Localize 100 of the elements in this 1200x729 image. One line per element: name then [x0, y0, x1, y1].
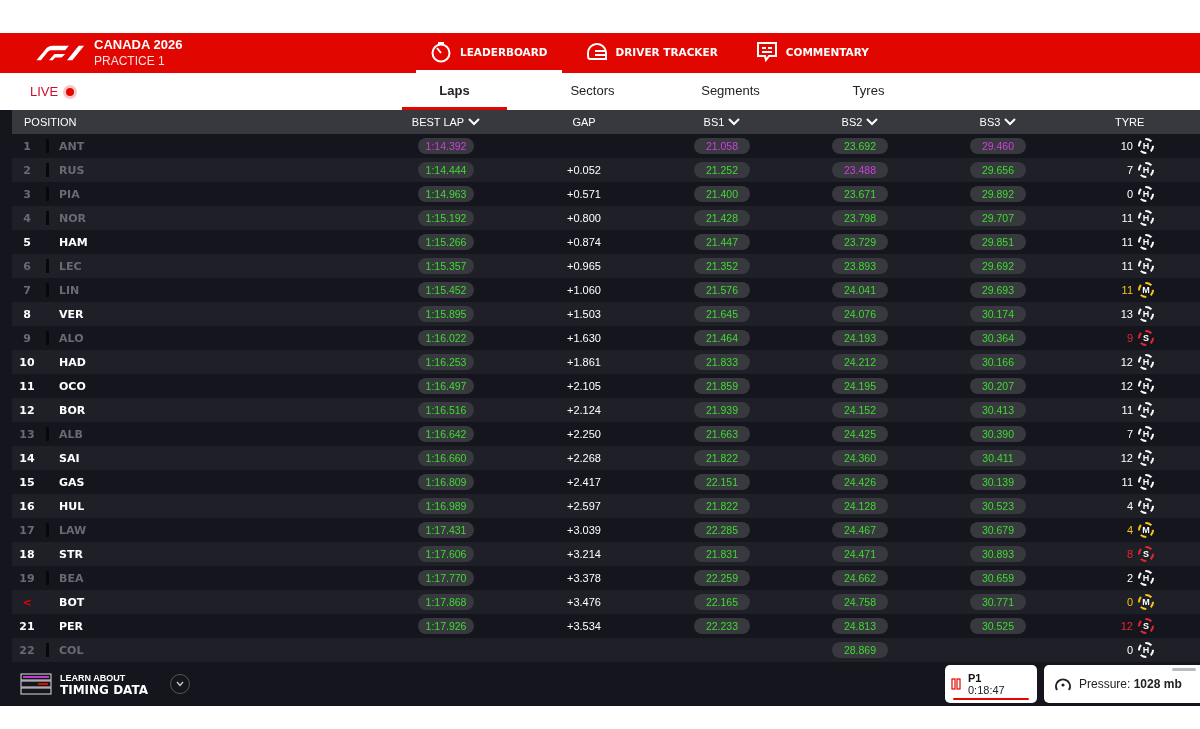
view-tab[interactable]: Tyres	[816, 73, 921, 110]
sector-time: 30.139	[970, 474, 1026, 490]
live-label: LIVE	[30, 84, 59, 99]
gap-time: +2.268	[567, 452, 601, 464]
sector-time: 21.428	[694, 210, 750, 226]
gap-time: +2.250	[567, 428, 601, 440]
table-row[interactable]: 18 STR 1:17.606 +3.214 21.831 24.471 30.893 8 S	[12, 542, 1200, 566]
sector-time: 22.151	[694, 474, 750, 490]
tyre-laps: 9	[1125, 332, 1133, 344]
lap-time: 1:14.444	[417, 162, 475, 178]
position-number: 10	[18, 355, 36, 369]
chat-icon	[755, 40, 778, 63]
tyre-compound: H	[1138, 570, 1154, 586]
drag-handle[interactable]	[1172, 668, 1196, 671]
tyre-laps: 0	[1125, 644, 1133, 656]
driver-code: COL	[59, 643, 84, 657]
tyre-compound: H	[1138, 258, 1154, 274]
column-sort-button[interactable]: BS3	[979, 116, 1017, 128]
sector-time: 29.851	[970, 234, 1026, 250]
gap-time: +0.052	[567, 164, 601, 176]
lap-time: 1:14.392	[417, 138, 475, 154]
sector-time: 30.893	[970, 546, 1026, 562]
table-row[interactable]: 16 HUL 1:16.989 +2.597 21.822 24.128 30.523 4 H	[12, 494, 1200, 518]
tyre-laps: 0	[1125, 596, 1133, 608]
tyre-laps: 12	[1119, 356, 1133, 368]
tyre-laps: 11	[1120, 404, 1133, 416]
tyre-laps: 8	[1125, 548, 1133, 560]
table-row[interactable]: 4 NOR 1:15.192 +0.800 21.428 23.798 29.707 11 H	[12, 206, 1200, 230]
sector-time: 22.259	[694, 570, 750, 586]
sector-time: 30.771	[970, 594, 1026, 610]
sector-time: 30.364	[970, 330, 1026, 346]
column-sort-button[interactable]: BS2	[841, 116, 879, 128]
sector-time: 24.195	[832, 378, 888, 394]
table-row[interactable]: 2 RUS 1:14.444 +0.052 21.252 23.488 29.656 7 H	[12, 158, 1200, 182]
sector-time: 24.471	[832, 546, 888, 562]
sector-time: 24.076	[832, 306, 888, 322]
view-tab[interactable]: Sectors	[540, 73, 645, 110]
session-card[interactable]: P1 0:18:47	[945, 665, 1037, 703]
sector-time: 21.400	[694, 186, 750, 202]
position-number: <	[21, 595, 33, 609]
lap-time: 1:17.770	[417, 570, 475, 586]
table-row[interactable]: 10 HAD 1:16.253 +1.861 21.833 24.212 30.166 12 H	[12, 350, 1200, 374]
tyre-laps: 4	[1125, 524, 1133, 536]
sector-time: 24.758	[832, 594, 888, 610]
tyre-laps: 11	[1120, 476, 1133, 488]
stopwatch-icon	[430, 40, 452, 63]
position-number: 9	[22, 331, 32, 345]
sector-time: 23.729	[832, 234, 888, 250]
session-name: PRACTICE 1	[94, 53, 166, 69]
column-sort-button[interactable]: BEST LAP	[411, 116, 481, 128]
gap-time: +3.214	[567, 548, 601, 560]
position-number: 16	[18, 499, 36, 513]
table-row[interactable]: 22 COL 28.869 0 H	[12, 638, 1200, 662]
timing-board-icon	[20, 673, 52, 695]
column-sort-button[interactable]: BS1	[703, 116, 741, 128]
sector-time: 29.460	[970, 138, 1026, 154]
sector-time: 29.656	[970, 162, 1026, 178]
tyre-compound: H	[1138, 378, 1154, 394]
table-row[interactable]: 12 BOR 1:16.516 +2.124 21.939 24.152 30.413 11 H	[12, 398, 1200, 422]
driver-code: VER	[59, 307, 84, 321]
learn-kicker: LEARN ABOUT	[60, 672, 127, 684]
tyre-compound: S	[1138, 330, 1154, 346]
driver-code: HAM	[59, 235, 88, 249]
sector-time: 24.813	[832, 618, 888, 634]
sector-time: 22.285	[694, 522, 750, 538]
lap-time: 1:16.022	[417, 330, 475, 346]
helmet-icon	[585, 41, 608, 62]
driver-code: RUS	[59, 163, 85, 177]
table-row[interactable]: < BOT 1:17.868 +3.476 22.165 24.758 30.771 0 M	[12, 590, 1200, 614]
driver-code: HAD	[59, 355, 86, 369]
gap-time: +0.800	[567, 212, 601, 224]
nav-tab[interactable]: DRIVER TRACKER	[571, 33, 732, 73]
gap-time: +0.874	[567, 236, 601, 248]
sector-time: 21.352	[694, 258, 750, 274]
sector-time: 24.193	[832, 330, 888, 346]
view-tab[interactable]: Segments	[678, 73, 783, 110]
lap-time: 1:17.926	[417, 618, 475, 634]
tyre-compound: M	[1138, 522, 1154, 538]
gap-time: +2.105	[567, 380, 601, 392]
position-number: 14	[18, 451, 36, 465]
position-number: 18	[18, 547, 36, 561]
sector-time: 29.693	[970, 282, 1026, 298]
session-label: P1	[968, 672, 983, 684]
weather-card[interactable]: Pressure: 1028 mb	[1044, 665, 1200, 703]
driver-code: HUL	[59, 499, 85, 513]
sector-time: 23.671	[832, 186, 888, 202]
tyre-compound: S	[1138, 618, 1154, 634]
sector-time: 28.869	[832, 642, 888, 658]
sector-time: 21.822	[694, 498, 750, 514]
driver-code: ANT	[59, 139, 85, 153]
gap-time: +1.861	[567, 356, 601, 368]
nav-tab[interactable]: COMMENTARY	[741, 33, 883, 73]
tyre-compound: M	[1138, 282, 1154, 298]
tyre-compound: H	[1138, 186, 1154, 202]
table-row[interactable]: 14 SAI 1:16.660 +2.268 21.822 24.360 30.411 12 H	[12, 446, 1200, 470]
sector-time: 30.659	[970, 570, 1026, 586]
table-row[interactable]: 8 VER 1:15.895 +1.503 21.645 24.076 30.174 13 H	[12, 302, 1200, 326]
position-number: 2	[22, 163, 32, 177]
gap-time: +3.534	[567, 620, 601, 632]
table-row[interactable]: 6 LEC 1:15.357 +0.965 21.352 23.893 29.692 11 H	[12, 254, 1200, 278]
